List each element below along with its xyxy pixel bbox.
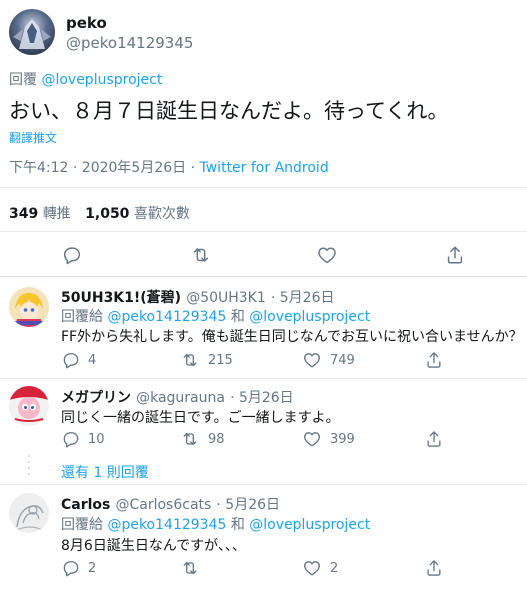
- reply-context-conjunction: 和: [226, 309, 250, 325]
- retweet-icon[interactable]: [180, 558, 200, 578]
- thread-dots: [27, 455, 31, 475]
- retweet-count: 98: [208, 432, 225, 447]
- likes-count: 1,050: [85, 206, 130, 222]
- avatar[interactable]: [9, 287, 49, 327]
- retweet-icon[interactable]: [180, 429, 200, 449]
- reply-to-link[interactable]: @loveplusproject: [249, 309, 370, 325]
- reply-to-link[interactable]: @peko14129345: [107, 517, 226, 533]
- divider: [0, 187, 527, 188]
- reply-context: 回覆 @loveplusproject: [9, 69, 162, 89]
- author-display-name[interactable]: peko: [66, 14, 107, 32]
- reply-icon[interactable]: [61, 429, 81, 449]
- like-count: 749: [330, 353, 355, 368]
- reply-icon[interactable]: [61, 244, 83, 266]
- tweet-timestamp[interactable]: 下午4:12 · 2020年5月26日 ·: [9, 160, 200, 176]
- divider: [0, 276, 527, 277]
- reply-context-label: 回覆給: [61, 517, 108, 533]
- reply-count: 2: [88, 561, 97, 576]
- reply-to-link[interactable]: @peko14129345: [107, 309, 226, 325]
- like-icon[interactable]: [302, 558, 322, 578]
- reply-handle[interactable]: @kagurauna: [136, 390, 225, 406]
- avatar-image: [9, 386, 49, 422]
- tweet-source-link[interactable]: Twitter for Android: [200, 160, 329, 176]
- reply-display-name[interactable]: 50UH3K1!(蒼碧): [61, 290, 181, 306]
- reply-icon[interactable]: [61, 558, 81, 578]
- share-icon[interactable]: [424, 429, 444, 449]
- reply-context-label: 回覆: [9, 72, 37, 88]
- tweet-metadata: 下午4:12 · 2020年5月26日 · Twitter for Androi…: [9, 157, 329, 177]
- retweet-icon[interactable]: [180, 350, 200, 370]
- show-more-replies-link[interactable]: 還有 1 則回覆: [61, 462, 149, 482]
- reply-handle[interactable]: @50UH3K1: [186, 290, 266, 306]
- like-count: 399: [330, 432, 355, 447]
- reply-count: 10: [88, 432, 105, 447]
- divider: [0, 231, 527, 232]
- avatar[interactable]: [9, 386, 49, 426]
- reply-header: Carlos @Carlos6cats · 5月26日: [61, 494, 280, 514]
- reply-context-conjunction: 和: [226, 517, 250, 533]
- divider: [0, 484, 527, 485]
- reply-text: 同じく一緒の誕生日です。ご一緒しますよ。: [61, 410, 340, 426]
- avatar-image: [14, 505, 46, 532]
- retweet-icon[interactable]: [190, 244, 212, 266]
- retweets-count: 349: [9, 206, 39, 222]
- retweets-label: 轉推: [42, 206, 71, 222]
- author-handle[interactable]: @peko14129345: [66, 34, 193, 52]
- reply-to-link[interactable]: @loveplusproject: [249, 517, 370, 533]
- reply-header: 50UH3K1!(蒼碧) @50UH3K1 · 5月26日: [61, 287, 335, 307]
- share-icon[interactable]: [424, 350, 444, 370]
- likes-label: 喜歡次數: [133, 206, 190, 222]
- like-icon[interactable]: [316, 244, 338, 266]
- like-icon[interactable]: [302, 429, 322, 449]
- translate-tweet-link[interactable]: 翻譯推文: [9, 129, 57, 146]
- share-icon[interactable]: [444, 244, 466, 266]
- reply-handle[interactable]: @Carlos6cats: [115, 497, 211, 513]
- reply-header: メガプリン @kagurauna · 5月26日: [61, 387, 294, 407]
- reply-context-label: 回覆給: [61, 309, 108, 325]
- reply-context: 回覆給 @peko14129345 和 @loveplusproject: [61, 514, 370, 534]
- reply-display-name[interactable]: Carlos: [61, 497, 110, 513]
- like-icon[interactable]: [302, 350, 322, 370]
- avatar-image: [13, 19, 51, 49]
- reply-icon[interactable]: [61, 350, 81, 370]
- reply-date[interactable]: · 5月26日: [216, 497, 280, 513]
- avatar[interactable]: [9, 493, 49, 533]
- retweets-stat[interactable]: 349 轉推: [9, 206, 75, 222]
- reply-display-name[interactable]: メガプリン: [61, 390, 131, 406]
- reply-text: FF外から失礼します。俺も誕生日同じなんでお互いに祝い合いませんか？: [61, 329, 523, 345]
- reply-count: 4: [88, 353, 97, 368]
- likes-stat[interactable]: 1,050 喜歡次數: [85, 206, 190, 222]
- tweet-text: おい、８月７日誕生日なんだよ。待ってくれ。: [9, 99, 449, 123]
- share-icon[interactable]: [424, 558, 444, 578]
- avatar[interactable]: [9, 9, 55, 55]
- reply-context: 回覆給 @peko14129345 和 @loveplusproject: [61, 306, 370, 326]
- engagement-stats: 349 轉推 1,050 喜歡次數: [9, 203, 190, 223]
- avatar-image: [11, 293, 47, 327]
- reply-text: 8月6日誕生日なんですが、、、: [61, 538, 246, 554]
- reply-date[interactable]: · 5月26日: [271, 290, 335, 306]
- like-count: 2: [330, 561, 339, 576]
- divider: [0, 378, 527, 379]
- retweet-count: 215: [208, 353, 233, 368]
- reply-date[interactable]: · 5月26日: [230, 390, 294, 406]
- reply-to-link[interactable]: @loveplusproject: [41, 72, 162, 88]
